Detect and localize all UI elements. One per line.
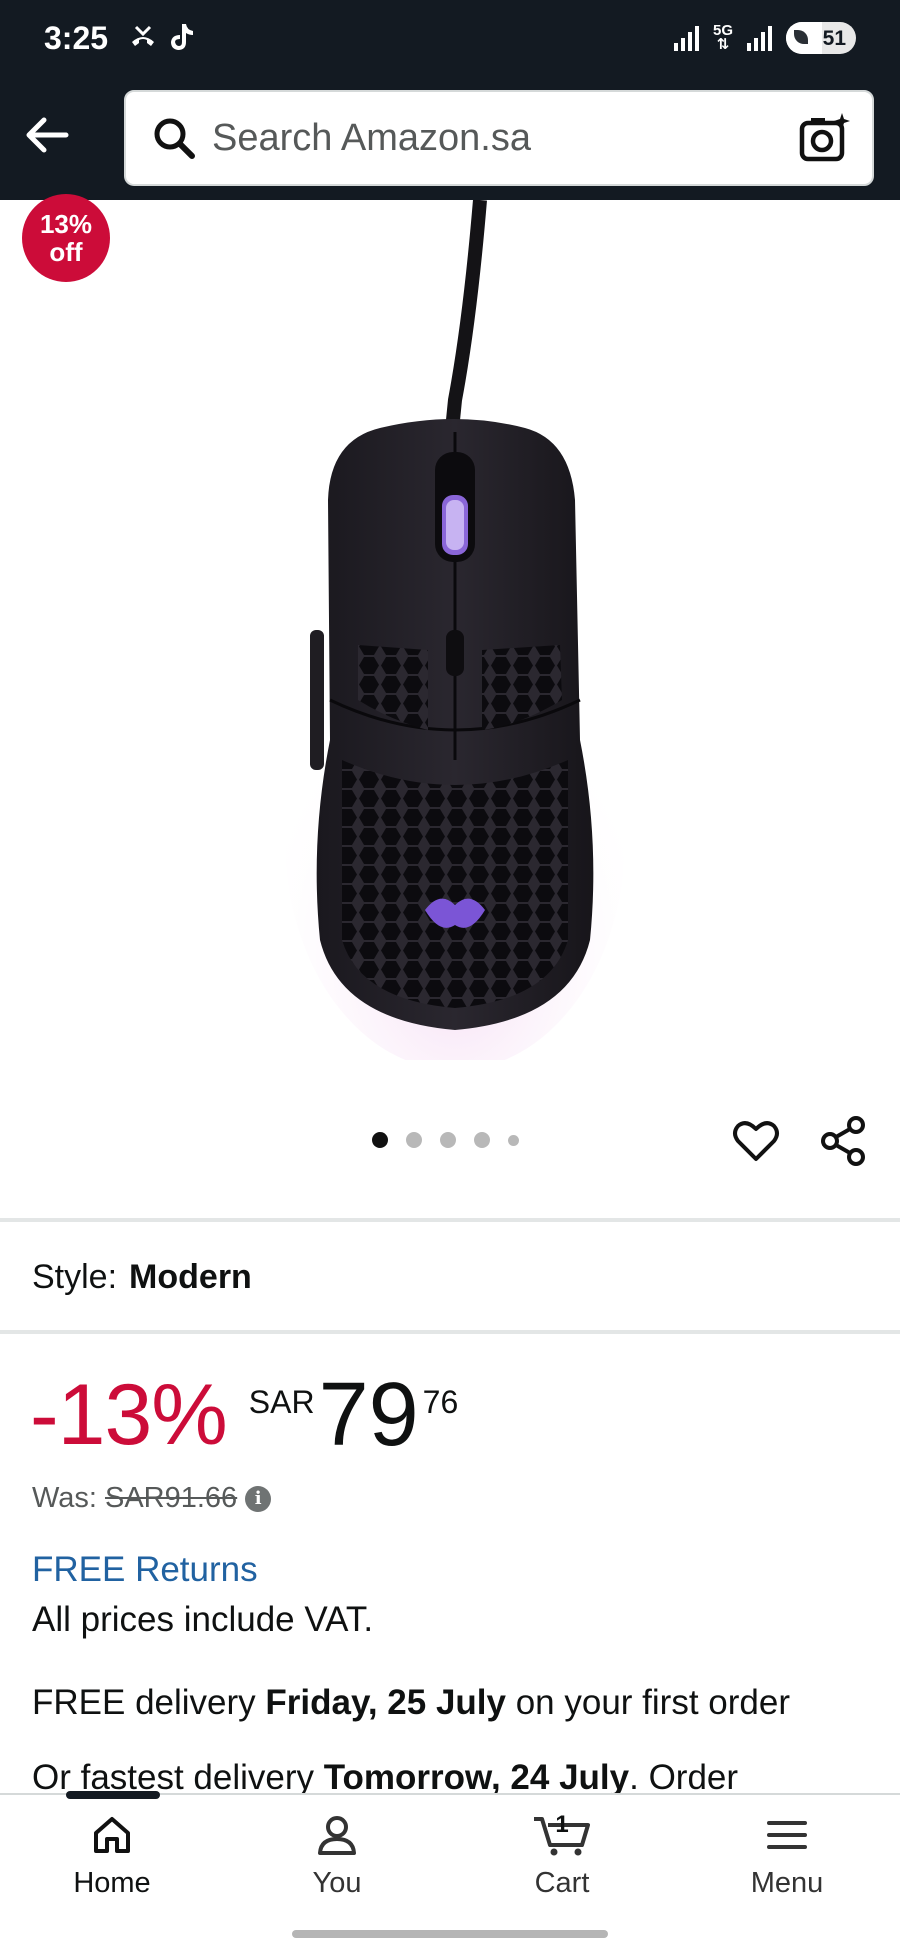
nav-home[interactable]: Home — [32, 1813, 192, 1900]
signal-icon — [673, 25, 699, 51]
delivery-message: FREE delivery Friday, 25 July on your fi… — [32, 1683, 790, 1723]
search-icon — [154, 118, 195, 159]
missed-call-icon — [132, 25, 154, 46]
carousel-dot[interactable] — [508, 1134, 519, 1146]
battery-level: 51 — [822, 27, 846, 50]
product-image-gallery[interactable]: 13% off — [0, 194, 900, 1148]
nav-menu[interactable]: Menu — [707, 1813, 867, 1900]
status-system-icons: 5G ⇅ 51 — [673, 22, 856, 54]
search-placeholder: Search Amazon.sa — [212, 116, 531, 159]
fastest-suffix: . Order — [629, 1758, 739, 1797]
back-arrow-icon[interactable] — [22, 110, 72, 160]
was-price: SAR91.66 — [104, 1482, 238, 1514]
home-icon — [94, 1817, 130, 1853]
badge-percent: 13% — [39, 209, 93, 239]
was-label: Was: — [32, 1482, 97, 1514]
carousel-dot[interactable] — [474, 1132, 490, 1148]
share-icon[interactable] — [818, 1115, 870, 1167]
battery-icon: 51 — [786, 22, 856, 54]
menu-icon — [767, 1821, 807, 1849]
discount-percent: -13% — [30, 1367, 228, 1463]
delivery-prefix: FREE delivery — [32, 1683, 266, 1722]
style-label: Style: — [32, 1258, 118, 1296]
discount-badge: 13% off — [22, 194, 110, 282]
nav-cart-label: Cart — [534, 1867, 590, 1899]
carousel-dot[interactable] — [372, 1132, 388, 1148]
network-indicator: 5G ⇅ — [712, 22, 733, 53]
nav-cart[interactable]: 1 Cart — [482, 1811, 642, 1900]
fastest-date: Tomorrow, 24 July — [323, 1758, 630, 1797]
delivery-date: Friday, 25 July — [265, 1683, 506, 1722]
cart-count-badge: 1 — [555, 1811, 569, 1838]
image-carousel-dots[interactable] — [372, 1132, 519, 1148]
heart-icon[interactable] — [730, 1115, 782, 1167]
bottom-navigation: Home You 1 Cart Menu — [0, 1791, 900, 1950]
price-whole: 79 — [318, 1365, 419, 1465]
free-returns-link[interactable]: FREE Returns — [32, 1550, 258, 1590]
product-image-mouse — [285, 200, 625, 1060]
active-tab-indicator — [66, 1791, 160, 1799]
info-icon[interactable]: i — [245, 1485, 272, 1512]
delivery-suffix: on your first order — [505, 1683, 790, 1722]
vat-note: All prices include VAT. — [32, 1600, 374, 1639]
status-time: 3:25 — [44, 20, 109, 56]
section-divider — [0, 1218, 900, 1222]
style-value: Modern — [129, 1258, 252, 1296]
was-price-row: Was: SAR91.66 i — [32, 1482, 272, 1515]
nav-menu-label: Menu — [750, 1867, 824, 1899]
camera-search-icon[interactable] — [798, 111, 852, 165]
nav-you-label: You — [312, 1867, 362, 1899]
price-fraction: 76 — [422, 1384, 459, 1420]
price-block: -13% SAR 79 76 — [30, 1370, 458, 1460]
tiktok-icon — [171, 24, 193, 50]
style-selector[interactable]: Style: Modern — [32, 1258, 252, 1297]
search-input[interactable]: Search Amazon.sa — [124, 90, 874, 186]
carousel-dot[interactable] — [406, 1132, 422, 1148]
system-gesture-bar[interactable] — [292, 1930, 608, 1938]
top-bar: 3:25 5G ⇅ 51 Search Amazon.sa — [0, 0, 900, 200]
price-currency: SAR — [248, 1384, 315, 1420]
status-notifications — [128, 22, 196, 52]
signal-icon-2 — [747, 25, 772, 51]
section-divider — [0, 1330, 900, 1334]
carousel-dot[interactable] — [440, 1132, 456, 1148]
nav-you[interactable]: You — [257, 1813, 417, 1900]
nav-home-label: Home — [73, 1867, 151, 1899]
badge-off: off — [49, 237, 83, 267]
user-icon — [318, 1816, 356, 1855]
